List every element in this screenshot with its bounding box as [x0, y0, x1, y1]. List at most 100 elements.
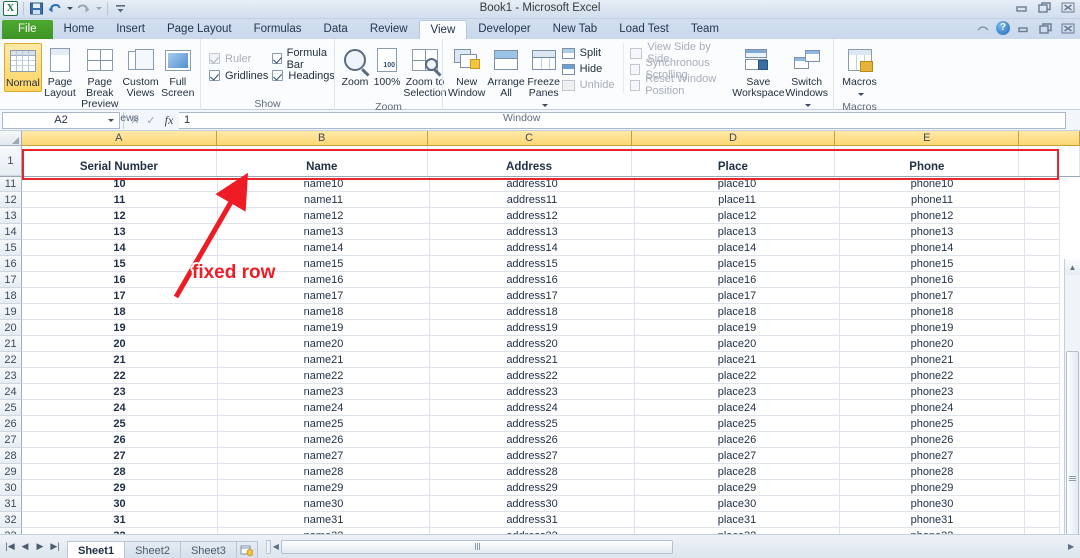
gridlines-checkbox-row[interactable]: Gridlines [205, 67, 268, 84]
cell[interactable] [1025, 336, 1060, 352]
close-icon[interactable] [1060, 1, 1076, 14]
tab-developer[interactable]: Developer [467, 20, 541, 39]
sheet-tab-sheet2[interactable]: Sheet2 [124, 541, 181, 558]
cell[interactable]: name25 [218, 416, 430, 432]
cell[interactable]: phone11 [840, 192, 1025, 208]
cell[interactable]: address26 [430, 432, 635, 448]
scroll-right-icon[interactable]: ▶ [1064, 540, 1078, 554]
cell[interactable]: address20 [430, 336, 635, 352]
cell[interactable]: place17 [635, 288, 840, 304]
cell[interactable]: 23 [22, 384, 218, 400]
normal-view-button[interactable]: Normal [4, 43, 42, 92]
vertical-scroll-thumb[interactable] [1066, 351, 1079, 558]
headings-checkbox-row[interactable]: Headings [268, 67, 334, 84]
help-icon[interactable]: ? [996, 21, 1010, 35]
zoom-button[interactable]: Zoom [339, 43, 371, 90]
freeze-panes-button[interactable]: FreezePanes [526, 43, 562, 112]
save-workspace-button[interactable]: SaveWorkspace [732, 43, 784, 101]
row-header-17[interactable]: 17 [0, 272, 22, 288]
cell[interactable] [1025, 352, 1060, 368]
cell[interactable]: place23 [635, 384, 840, 400]
row-header-27[interactable]: 27 [0, 432, 22, 448]
gridlines-checkbox[interactable] [209, 70, 220, 81]
cell-d1[interactable]: Place [632, 146, 836, 176]
cell[interactable]: phone15 [840, 256, 1025, 272]
cell[interactable]: name22 [218, 368, 430, 384]
cell[interactable]: address23 [430, 384, 635, 400]
cell[interactable]: address21 [430, 352, 635, 368]
cell[interactable]: 26 [22, 432, 218, 448]
row-header-26[interactable]: 26 [0, 416, 22, 432]
cell[interactable] [1025, 176, 1060, 192]
row-header-30[interactable]: 30 [0, 480, 22, 496]
prev-sheet-icon[interactable]: ◀ [19, 541, 31, 552]
sheet-navigation[interactable]: |◀ ◀ ▶ ▶| [0, 541, 61, 552]
cell[interactable]: 31 [22, 512, 218, 528]
tab-page-layout[interactable]: Page Layout [156, 20, 243, 39]
row-header-22[interactable]: 22 [0, 352, 22, 368]
row-header-31[interactable]: 31 [0, 496, 22, 512]
row-header-28[interactable]: 28 [0, 448, 22, 464]
cell[interactable] [1025, 272, 1060, 288]
row-header-24[interactable]: 24 [0, 384, 22, 400]
cell[interactable]: place28 [635, 464, 840, 480]
cell[interactable]: phone23 [840, 384, 1025, 400]
cell[interactable] [1025, 288, 1060, 304]
cell[interactable]: address24 [430, 400, 635, 416]
cell[interactable]: name31 [218, 512, 430, 528]
cell[interactable]: phone13 [840, 224, 1025, 240]
tab-load-test[interactable]: Load Test [608, 20, 680, 39]
cell[interactable] [1025, 384, 1060, 400]
cell[interactable]: name24 [218, 400, 430, 416]
cell[interactable]: 15 [22, 256, 218, 272]
cell[interactable]: place16 [635, 272, 840, 288]
column-header-c[interactable]: C [428, 131, 632, 146]
next-sheet-icon[interactable]: ▶ [34, 541, 46, 552]
window-controls[interactable] [1014, 1, 1076, 14]
cell[interactable]: name12 [218, 208, 430, 224]
cell[interactable]: place11 [635, 192, 840, 208]
row-header-1[interactable]: 1 [0, 146, 22, 176]
freeze-panes-dropdown-icon[interactable] [542, 104, 548, 107]
cell[interactable]: name20 [218, 336, 430, 352]
cell[interactable]: address28 [430, 464, 635, 480]
tab-new-tab[interactable]: New Tab [542, 20, 609, 39]
split-button[interactable]: Split [562, 45, 623, 61]
cell[interactable] [1025, 464, 1060, 480]
workbook-close-icon[interactable] [1060, 22, 1076, 35]
cell[interactable]: phone21 [840, 352, 1025, 368]
cell[interactable]: 12 [22, 208, 218, 224]
sheet-tab-sheet3[interactable]: Sheet3 [180, 541, 237, 558]
cell[interactable]: address31 [430, 512, 635, 528]
cell[interactable]: address12 [430, 208, 635, 224]
cell[interactable]: name21 [218, 352, 430, 368]
cell[interactable]: 24 [22, 400, 218, 416]
cell[interactable]: 18 [22, 304, 218, 320]
cell[interactable]: phone16 [840, 272, 1025, 288]
cell[interactable] [1025, 240, 1060, 256]
cell[interactable]: name13 [218, 224, 430, 240]
tab-review[interactable]: Review [359, 20, 419, 39]
cell[interactable]: phone29 [840, 480, 1025, 496]
cell[interactable]: phone24 [840, 400, 1025, 416]
column-header-f[interactable] [1019, 131, 1080, 146]
horizontal-scrollbar[interactable]: ◀ ▶ [266, 539, 1078, 555]
new-window-button[interactable]: NewWindow [447, 43, 486, 101]
cell[interactable] [1025, 320, 1060, 336]
cell[interactable]: place29 [635, 480, 840, 496]
cell[interactable]: name19 [218, 320, 430, 336]
row-header-29[interactable]: 29 [0, 464, 22, 480]
custom-views-button[interactable]: CustomViews [121, 43, 159, 101]
cell[interactable]: place20 [635, 336, 840, 352]
name-box[interactable]: A2 [2, 112, 120, 129]
cell[interactable]: place30 [635, 496, 840, 512]
cell[interactable] [1025, 480, 1060, 496]
row-header-18[interactable]: 18 [0, 288, 22, 304]
cell[interactable]: phone27 [840, 448, 1025, 464]
cell[interactable]: name28 [218, 464, 430, 480]
cell[interactable]: 17 [22, 288, 218, 304]
cell[interactable]: place21 [635, 352, 840, 368]
cell[interactable]: place15 [635, 256, 840, 272]
first-sheet-icon[interactable]: |◀ [4, 541, 16, 552]
cell[interactable]: phone14 [840, 240, 1025, 256]
